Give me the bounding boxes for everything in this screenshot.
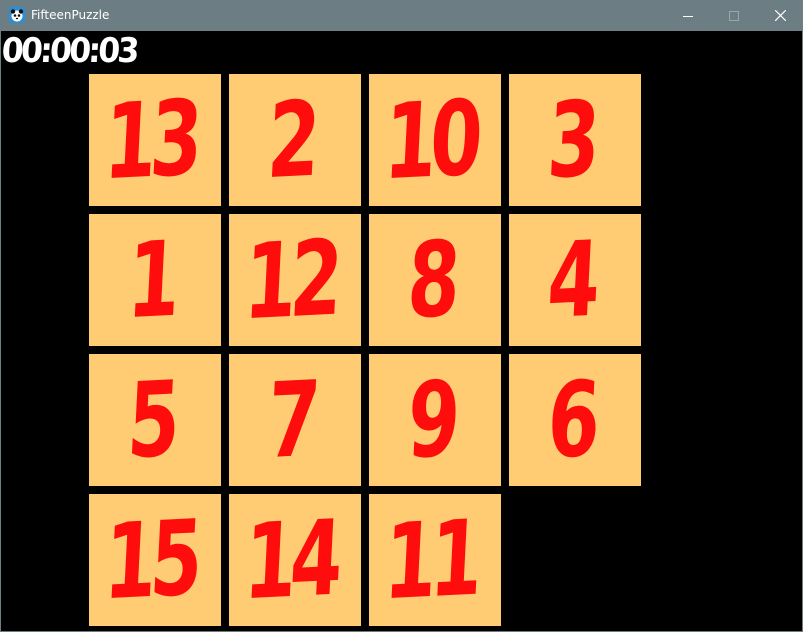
- tile-number: 11: [381, 496, 480, 624]
- tile-number: 15: [101, 496, 200, 624]
- empty-slot[interactable]: [507, 492, 643, 628]
- puzzle-board: 13 2 10 3 1 12 8 4 5 7 9 6 15 14 11: [87, 72, 647, 631]
- tile-number: 5: [124, 357, 177, 483]
- elapsed-timer: 00:00:03: [1, 31, 138, 71]
- puzzle-tile[interactable]: 8: [367, 212, 503, 348]
- puzzle-tile[interactable]: 7: [227, 352, 363, 488]
- tile-number: 12: [241, 216, 340, 344]
- game-area: 00:00:03 13 2 10 3 1 12 8 4 5 7 9 6 15 1…: [1, 31, 802, 631]
- window-title: FifteenPuzzle: [31, 8, 110, 22]
- minimize-button[interactable]: [665, 0, 711, 31]
- panda-app-icon: [9, 7, 25, 23]
- maximize-icon: [729, 10, 739, 21]
- puzzle-tile[interactable]: 11: [367, 492, 503, 628]
- tile-number: 1: [124, 217, 177, 343]
- title-bar[interactable]: FifteenPuzzle: [0, 0, 803, 31]
- puzzle-tile[interactable]: 10: [367, 72, 503, 208]
- tile-number: 14: [241, 496, 340, 624]
- puzzle-tile[interactable]: 14: [227, 492, 363, 628]
- puzzle-tile[interactable]: 13: [87, 72, 223, 208]
- puzzle-tile[interactable]: 6: [507, 352, 643, 488]
- puzzle-tile[interactable]: 12: [227, 212, 363, 348]
- maximize-button[interactable]: [711, 0, 757, 31]
- close-button[interactable]: [757, 0, 803, 31]
- tile-number: 2: [264, 77, 317, 203]
- puzzle-tile[interactable]: 15: [87, 492, 223, 628]
- tile-number: 7: [264, 357, 317, 483]
- puzzle-tile[interactable]: 4: [507, 212, 643, 348]
- tile-number: 3: [544, 77, 597, 203]
- close-icon: [774, 10, 786, 21]
- puzzle-tile[interactable]: 5: [87, 352, 223, 488]
- tile-number: 4: [544, 217, 597, 343]
- puzzle-tile[interactable]: 1: [87, 212, 223, 348]
- tile-number: 8: [404, 217, 457, 343]
- tile-number: 9: [404, 357, 457, 483]
- puzzle-tile[interactable]: 3: [507, 72, 643, 208]
- tile-number: 10: [381, 76, 480, 204]
- tile-number: 6: [544, 357, 597, 483]
- minimize-icon: [683, 15, 693, 17]
- puzzle-tile[interactable]: 9: [367, 352, 503, 488]
- tile-number: 13: [101, 76, 200, 204]
- puzzle-tile[interactable]: 2: [227, 72, 363, 208]
